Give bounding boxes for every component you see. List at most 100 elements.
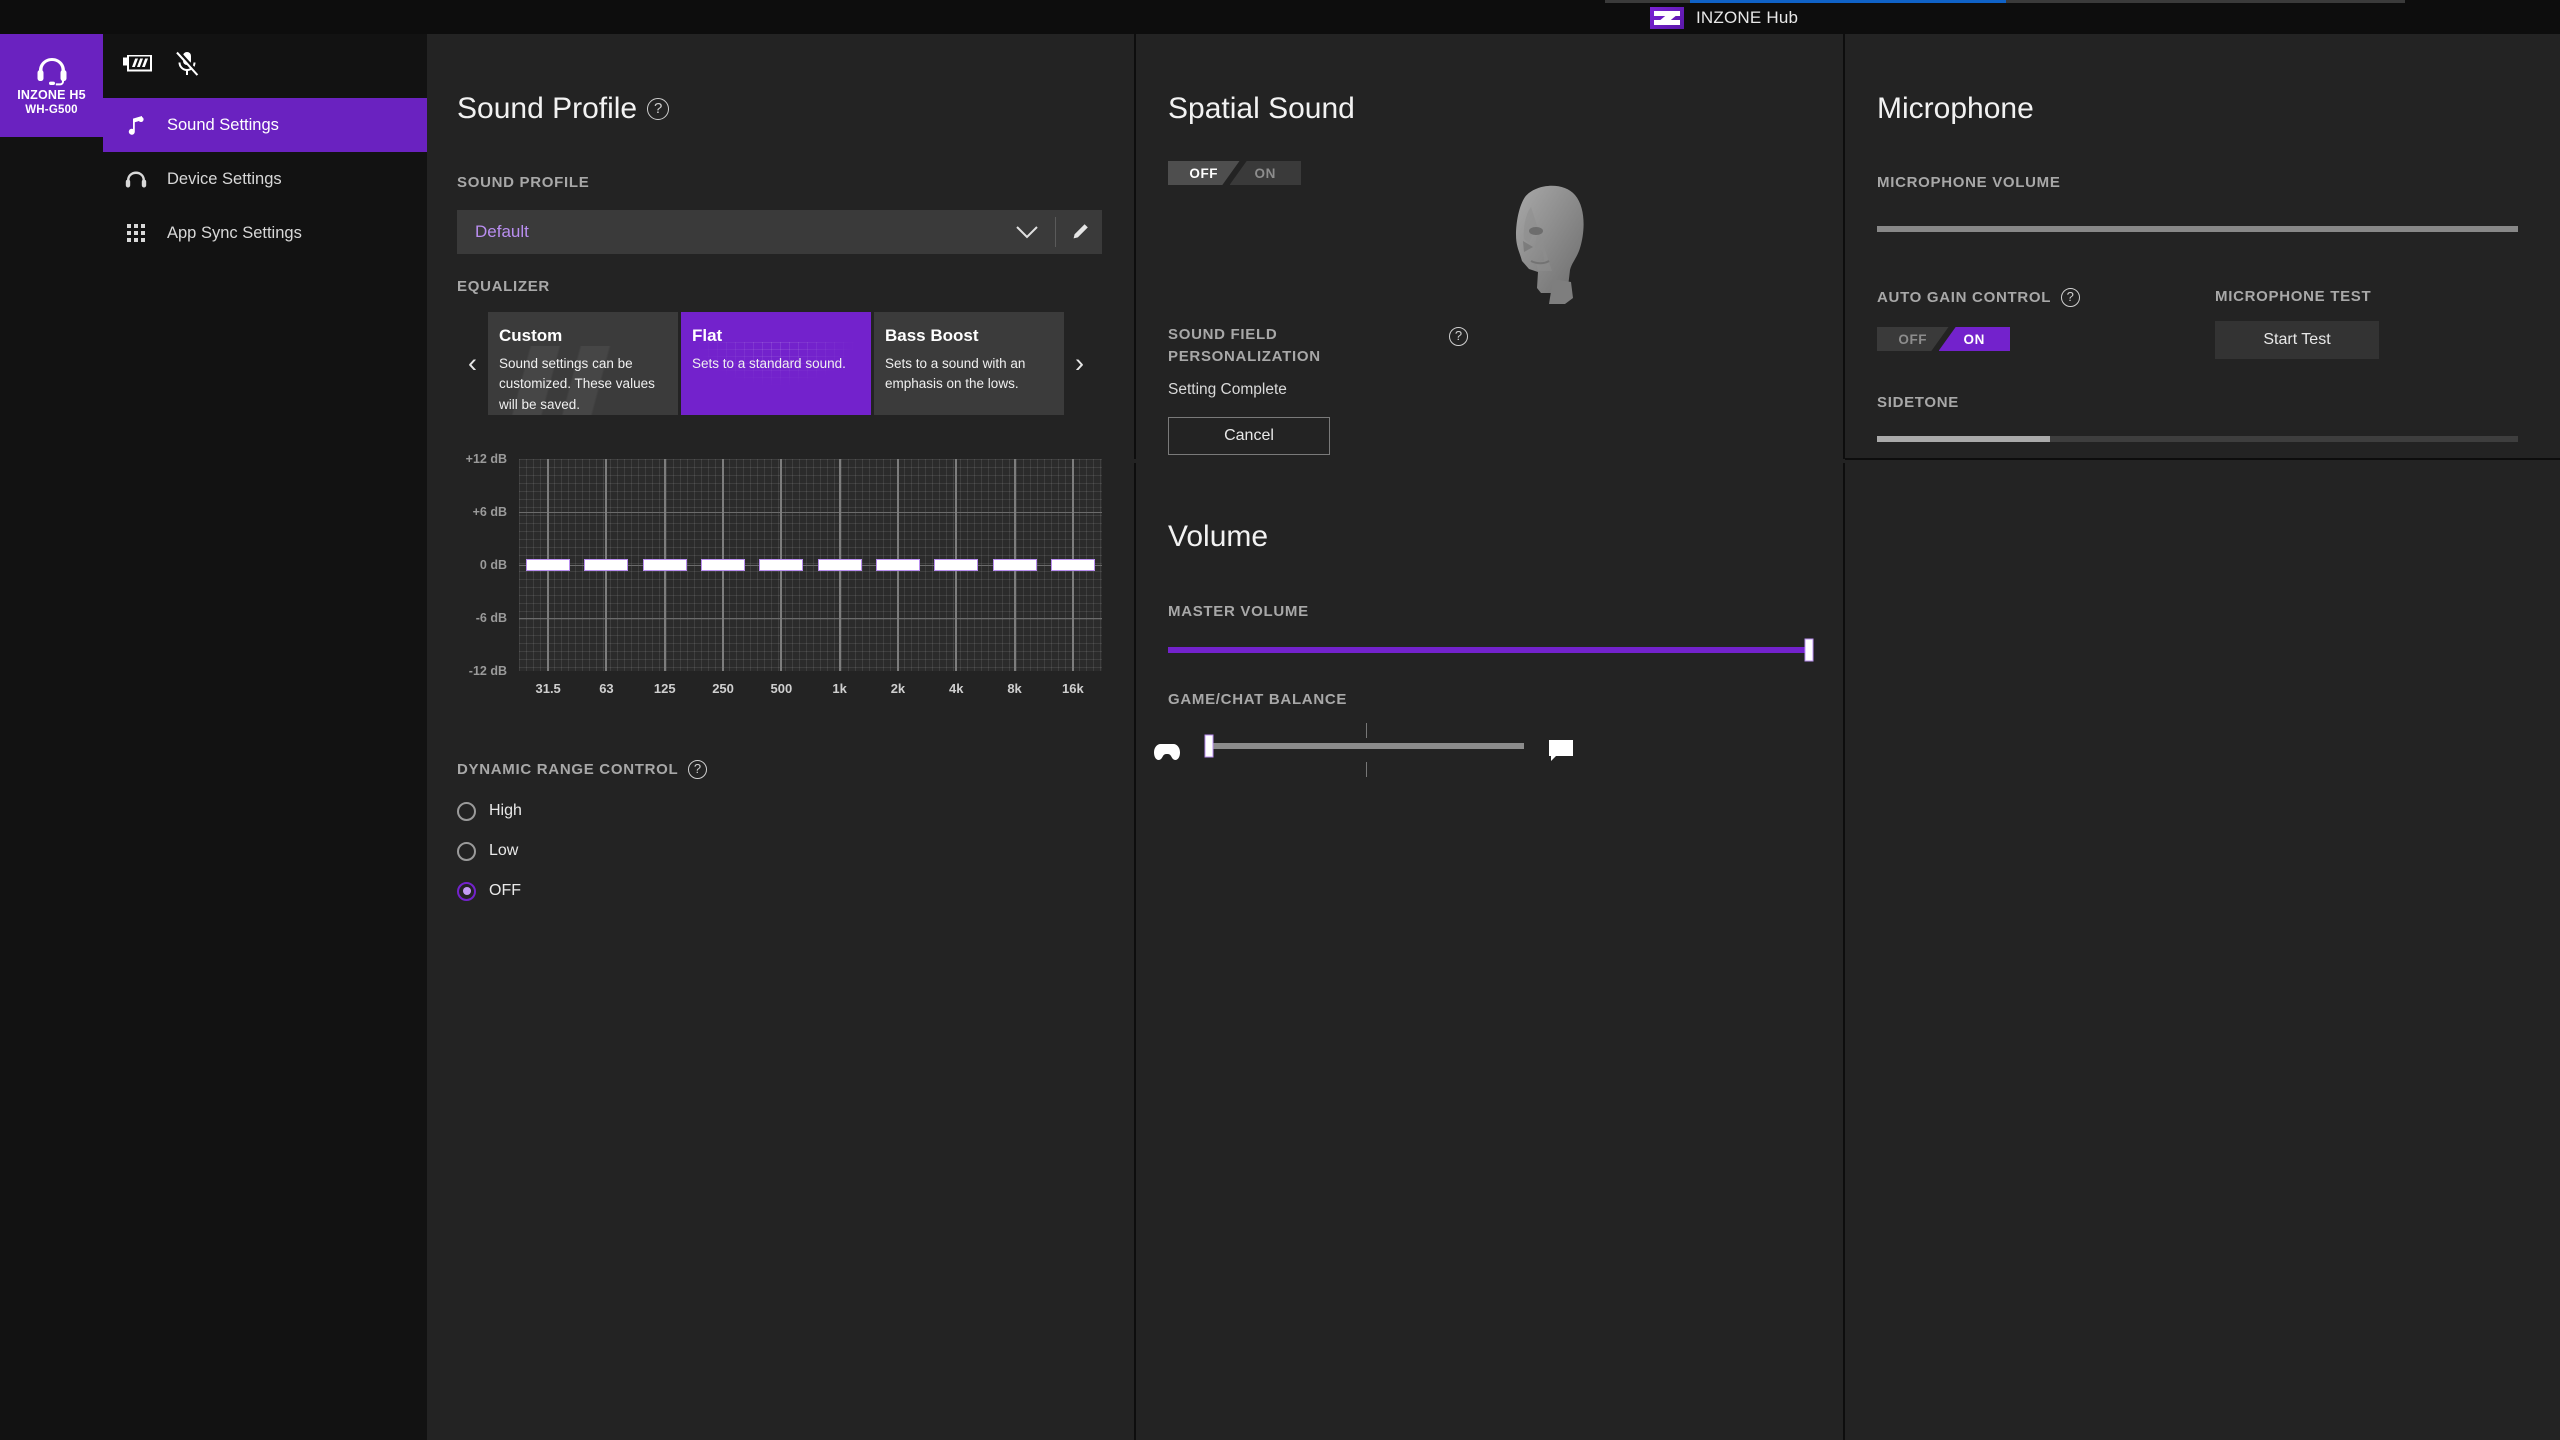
eq-band-thumb[interactable] <box>526 559 570 571</box>
device-name: INZONE H5 <box>17 88 85 102</box>
cancel-button[interactable]: Cancel <box>1168 417 1330 455</box>
pencil-icon[interactable] <box>1056 223 1102 242</box>
auto-gain-control-toggle[interactable]: OFF ON <box>1877 327 2010 351</box>
inzone-logo-icon <box>1650 7 1684 29</box>
sound-profile-value: Default <box>457 222 999 242</box>
game-chat-balance-slider[interactable] <box>1154 727 1814 787</box>
microphone-volume-label: MICROPHONE VOLUME <box>1877 174 2061 191</box>
drc-option-low[interactable]: Low <box>457 831 522 871</box>
help-circle-icon[interactable]: ? <box>647 98 669 120</box>
toggle-on-label[interactable]: ON <box>1939 327 2011 351</box>
eq-band-thumb[interactable] <box>934 559 978 571</box>
spatial-sound-title: Spatial Sound <box>1168 92 1355 126</box>
volume-title: Volume <box>1168 520 1268 554</box>
device-card[interactable]: INZONE H5 WH-G500 <box>0 34 103 137</box>
headphones-icon <box>123 170 149 189</box>
eq-x-tick-label: 4k <box>949 681 963 696</box>
app-window: INZONE H5 WH-G500 <box>0 34 2560 1440</box>
center-tick-bottom <box>1366 762 1367 777</box>
toggle-off-label[interactable]: OFF <box>1877 327 1949 351</box>
sidebar-item-device-settings[interactable]: Device Settings <box>103 152 427 206</box>
eq-preset-card[interactable]: Bass Boost Sets to a sound with an empha… <box>874 312 1064 415</box>
slider-thumb[interactable] <box>1805 639 1814 662</box>
equalizer-chart[interactable]: +12 dB+6 dB0 dB-6 dB-12 dB 31.5631252505… <box>457 459 1102 699</box>
eq-band-thumb[interactable] <box>1051 559 1095 571</box>
chat-bubble-icon <box>1549 740 1573 767</box>
eq-preset-desc: Sets to a sound with an emphasis on the … <box>885 354 1053 395</box>
eq-y-tick-label: 0 dB <box>453 558 507 572</box>
sidebar-item-sound-settings[interactable]: Sound Settings <box>103 98 427 152</box>
sound-profile-dropdown[interactable]: Default <box>457 210 1102 254</box>
titlebar-center: INZONE Hub <box>1650 5 1798 31</box>
chevron-down-icon[interactable] <box>999 226 1055 239</box>
drc-option-off[interactable]: OFF <box>457 871 522 911</box>
chevron-left-icon[interactable]: ‹ <box>457 312 488 415</box>
radio-dot-selected <box>457 882 476 901</box>
slider-track <box>1206 743 1524 749</box>
eq-band-thumb[interactable] <box>818 559 862 571</box>
microphone-test-label: MICROPHONE TEST <box>2215 288 2371 305</box>
help-circle-icon[interactable]: ? <box>688 760 707 779</box>
eq-y-tick-label: -12 dB <box>453 664 507 678</box>
status-row <box>103 34 427 98</box>
sound-field-personalization-label: SOUND FIELD PERSONALIZATION <box>1168 324 1428 368</box>
eq-x-tick-label: 1k <box>832 681 846 696</box>
eq-band-thumb[interactable] <box>584 559 628 571</box>
drc-option-label: OFF <box>489 882 521 900</box>
master-volume-label: MASTER VOLUME <box>1168 603 1309 620</box>
slider-thumb[interactable] <box>1205 735 1214 758</box>
sidebar-item-label: App Sync Settings <box>167 224 302 243</box>
eq-y-tick-label: +6 dB <box>453 505 507 519</box>
equalizer-label: EQUALIZER <box>457 278 550 295</box>
sfp-label-line2: PERSONALIZATION <box>1168 348 1321 365</box>
drc-option-label: Low <box>489 842 518 860</box>
slider-fill <box>1168 647 1809 653</box>
sidetone-slider[interactable] <box>1877 430 2518 450</box>
eq-preset-cards: Custom Sound settings can be customized.… <box>488 312 1064 415</box>
help-circle-icon[interactable]: ? <box>1449 327 1468 346</box>
eq-band-thumb[interactable] <box>643 559 687 571</box>
eq-band-thumb[interactable] <box>759 559 803 571</box>
microphone-volume-slider[interactable] <box>1877 220 2518 240</box>
eq-preset-desc: Sound settings can be customized. These … <box>499 354 667 415</box>
middle-column: Spatial Sound OFF ON <box>1134 34 1845 1440</box>
start-test-button[interactable]: Start Test <box>2215 321 2379 359</box>
chevron-right-icon[interactable]: › <box>1064 312 1095 415</box>
help-circle-icon[interactable]: ? <box>2061 288 2080 307</box>
drc-radio-group: High Low OFF <box>457 791 522 911</box>
drc-label-text: DYNAMIC RANGE CONTROL <box>457 761 678 778</box>
master-volume-slider[interactable] <box>1168 637 1809 663</box>
spatial-sound-toggle[interactable]: OFF ON <box>1168 161 1301 185</box>
mic-muted-icon <box>175 51 199 82</box>
sidebar-item-app-sync-settings[interactable]: App Sync Settings <box>103 206 427 260</box>
nav-list: Sound Settings Device Settings <box>103 98 427 260</box>
music-note-icon <box>123 115 149 135</box>
eq-preset-card[interactable]: Custom Sound settings can be customized.… <box>488 312 678 415</box>
eq-band-thumb[interactable] <box>876 559 920 571</box>
eq-x-tick-label: 8k <box>1007 681 1021 696</box>
drc-option-high[interactable]: High <box>457 791 522 831</box>
sidetone-label: SIDETONE <box>1877 394 1959 411</box>
title-bar: INZONE Hub <box>0 0 2560 34</box>
eq-band-thumb[interactable] <box>993 559 1037 571</box>
toggle-off-label[interactable]: OFF <box>1168 161 1240 185</box>
toggle-on-label[interactable]: ON <box>1230 161 1302 185</box>
eq-x-tick-label: 2k <box>891 681 905 696</box>
battery-icon <box>123 55 153 78</box>
eq-preset-name: Bass Boost <box>885 326 1053 346</box>
eq-preset-name: Custom <box>499 326 667 346</box>
game-chat-balance-label: GAME/CHAT BALANCE <box>1168 691 1347 708</box>
sidebar-item-label: Device Settings <box>167 170 282 189</box>
eq-band-thumb[interactable] <box>701 559 745 571</box>
slider-fill <box>1877 436 2050 442</box>
gamepad-icon <box>1154 743 1180 766</box>
sfp-label-line1: SOUND FIELD <box>1168 326 1277 343</box>
page-title-text: Sound Profile <box>457 92 637 126</box>
eq-preset-carousel: ‹ Custom Sound settings can be customize… <box>457 312 1102 415</box>
eq-x-tick-label: 125 <box>654 681 676 696</box>
eq-x-tick-label: 16k <box>1062 681 1084 696</box>
grid-apps-icon <box>123 224 149 242</box>
eq-preset-card-selected[interactable]: Flat Sets to a standard sound. <box>681 312 871 415</box>
eq-x-tick-label: 500 <box>770 681 792 696</box>
equalizer-plot[interactable] <box>519 459 1102 671</box>
